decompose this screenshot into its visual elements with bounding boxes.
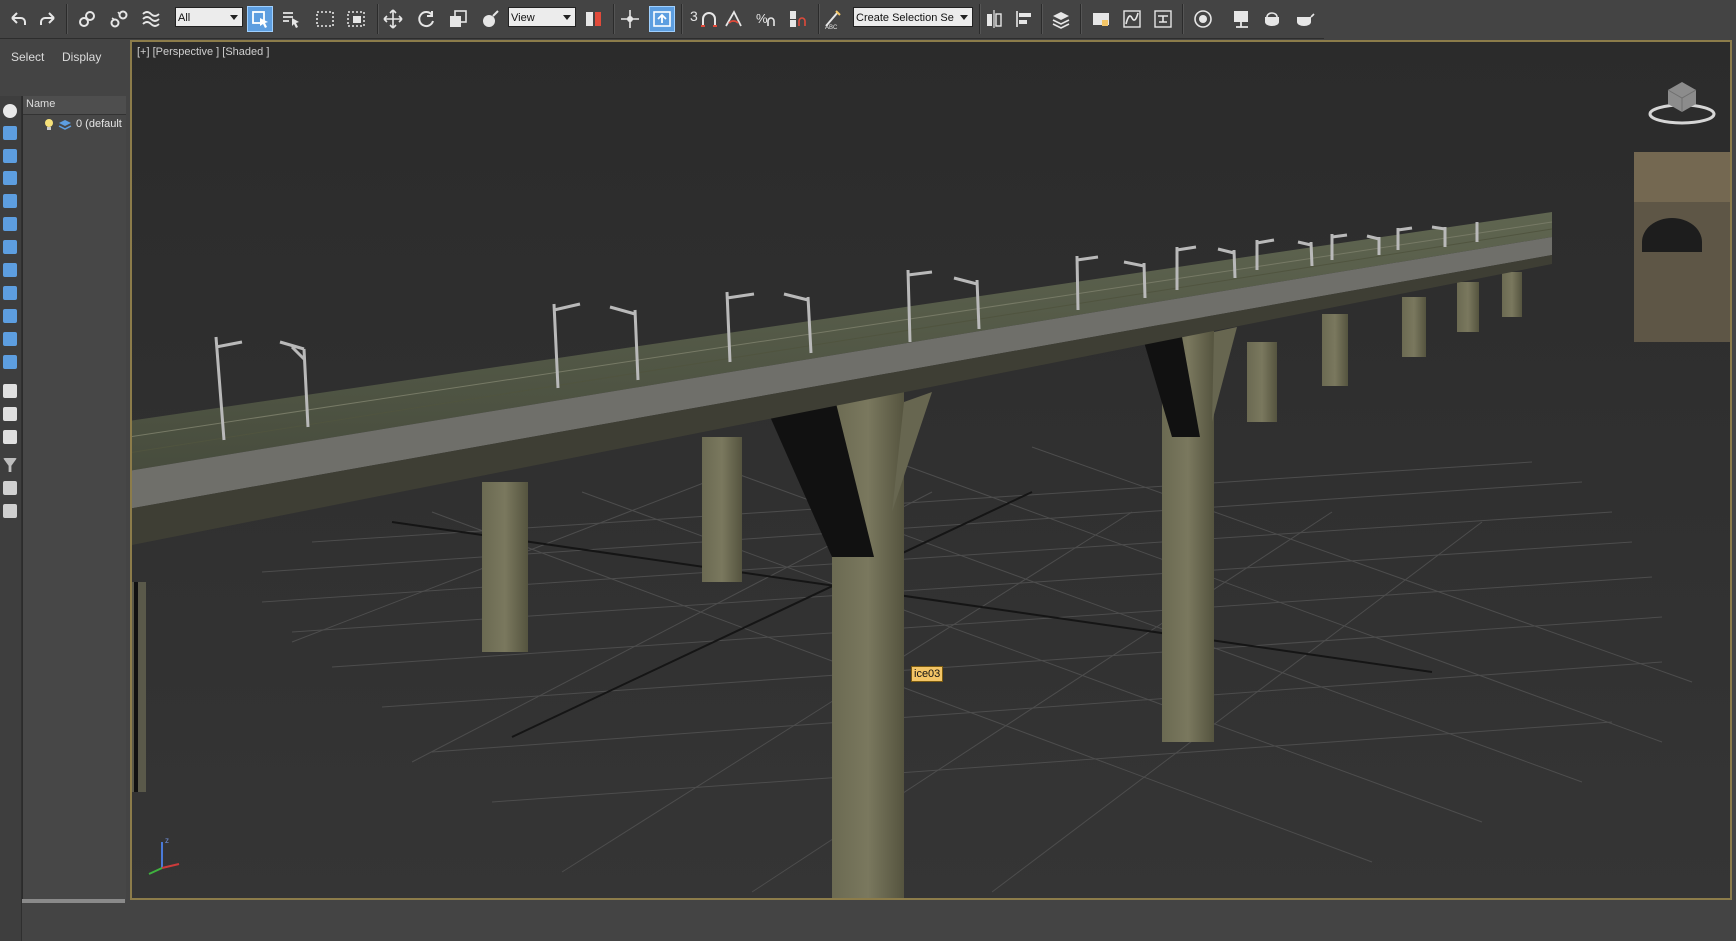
display-space-warps-icon[interactable] (3, 240, 17, 254)
scene-explorer-panel: Select Display Name 0 (default (0, 40, 126, 941)
display-lights-icon[interactable] (3, 171, 17, 185)
snaps-toggle-icon[interactable] (696, 6, 722, 32)
edit-named-selection-icon[interactable]: ABC (820, 6, 846, 32)
display-helpers-icon[interactable] (3, 217, 17, 231)
percent-snap-icon[interactable]: % (752, 6, 778, 32)
layer-row[interactable]: 0 (default (23, 116, 126, 134)
viewport-label[interactable]: [+] [Perspective ] [Shaded ] (137, 46, 269, 58)
menu-select[interactable]: Select (11, 50, 44, 64)
svg-text:z: z (165, 836, 169, 845)
ground-grid (261, 446, 1693, 893)
display-bones-icon[interactable] (3, 309, 17, 323)
layer-sort-icon[interactable] (3, 504, 17, 518)
right-border (1732, 40, 1736, 903)
material-editor-icon[interactable] (1190, 6, 1216, 32)
mirror-icon[interactable] (981, 6, 1007, 32)
selection-filter-dropdown[interactable]: All (175, 7, 243, 27)
keyboard-shortcut-icon[interactable] (649, 6, 675, 32)
scale-icon[interactable] (445, 6, 471, 32)
viewcube-icon[interactable] (1642, 76, 1722, 128)
explorer-filter-strip (0, 96, 22, 941)
unlink-icon[interactable] (106, 6, 132, 32)
pivot-center-icon[interactable] (580, 6, 606, 32)
layer-name: 0 (default (76, 118, 122, 130)
hierarchy-icon[interactable] (3, 481, 17, 495)
render-setup-icon[interactable] (1228, 6, 1254, 32)
toggle-ribbon-icon[interactable] (1088, 6, 1114, 32)
redo-icon[interactable] (35, 6, 61, 32)
scene-explorer-list: Name 0 (default (22, 96, 126, 902)
undo-icon[interactable] (5, 6, 31, 32)
schematic-view-icon[interactable] (1150, 6, 1176, 32)
axis-tripod-icon: z (148, 836, 180, 875)
tunnel-portal (1634, 152, 1730, 342)
menu-display[interactable]: Display (62, 50, 101, 64)
display-cameras-icon[interactable] (3, 194, 17, 208)
select-object-icon[interactable] (247, 6, 273, 32)
rendered-frame-window-icon[interactable] (1259, 6, 1285, 32)
name-column-header[interactable]: Name (23, 96, 126, 115)
named-selection-set-dropdown[interactable]: Create Selection Se (853, 7, 973, 27)
display-groups-icon[interactable] (3, 263, 17, 277)
bind-space-warp-icon[interactable] (138, 6, 164, 32)
explorer-scrollbar[interactable] (22, 899, 125, 903)
spinner-snap-icon[interactable] (784, 6, 810, 32)
scene-render (132, 152, 1730, 898)
angle-snap-icon[interactable] (720, 6, 746, 32)
render-production-icon[interactable] (1292, 6, 1318, 32)
main-toolbar: All View 3 % ABC Create Selection Se (0, 0, 1324, 39)
name-column-label: Name (26, 98, 56, 110)
display-hidden-icon[interactable] (3, 384, 17, 398)
reference-coordinate-dropdown[interactable]: View (508, 7, 576, 27)
rectangular-selection-icon[interactable] (312, 6, 338, 32)
rotate-icon[interactable] (413, 6, 439, 32)
select-by-name-icon[interactable] (278, 6, 304, 32)
svg-text:%: % (756, 11, 768, 26)
align-icon[interactable] (1011, 6, 1037, 32)
move-icon[interactable] (380, 6, 406, 32)
display-invert-icon[interactable] (3, 430, 17, 444)
display-all-icon[interactable] (3, 407, 17, 421)
layer-explorer-icon[interactable] (1048, 6, 1074, 32)
scene-explorer-menu: Select Display (0, 46, 125, 66)
display-shapes-icon[interactable] (3, 149, 17, 163)
window-crossing-icon[interactable] (343, 6, 369, 32)
filter-icon[interactable] (3, 458, 17, 472)
display-xrefs-icon[interactable] (3, 286, 17, 300)
display-none-icon[interactable] (3, 104, 17, 118)
layer-stack-icon (58, 120, 72, 130)
perspective-viewport[interactable]: [+] [Perspective ] [Shaded ] ice03 z (130, 40, 1732, 900)
svg-text:ABC: ABC (825, 25, 838, 30)
curve-editor-icon[interactable] (1119, 6, 1145, 32)
display-geometry-icon[interactable] (3, 126, 17, 140)
place-icon[interactable] (477, 6, 503, 32)
display-frozen-icon[interactable] (3, 355, 17, 369)
object-name-tag: ice03 (911, 666, 944, 682)
display-containers-icon[interactable] (3, 332, 17, 346)
link-icon[interactable] (74, 6, 100, 32)
select-manipulate-icon[interactable] (617, 6, 643, 32)
lightbulb-icon[interactable] (43, 118, 55, 132)
